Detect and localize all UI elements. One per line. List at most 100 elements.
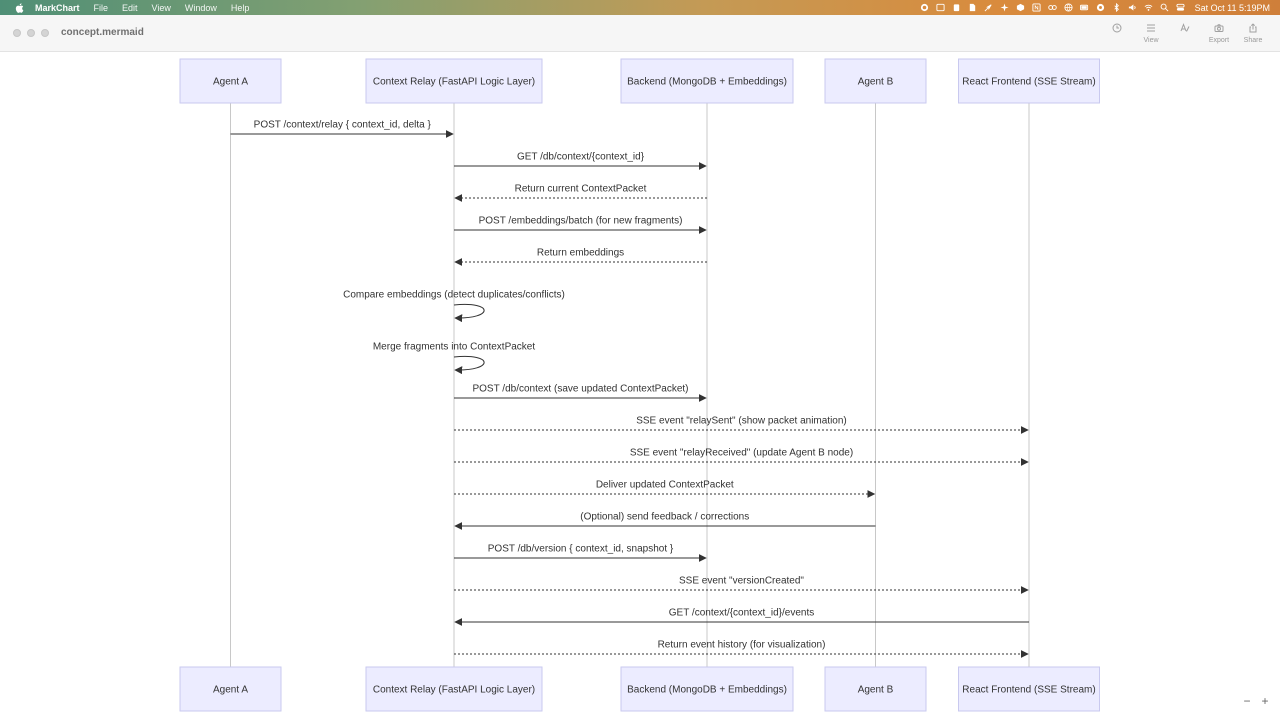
view-button[interactable]: View	[1136, 21, 1166, 46]
text-format-icon	[1180, 21, 1190, 35]
message-15[interactable]: GET /context/{context_id}/events	[454, 608, 1029, 626]
screen-icon[interactable]	[935, 3, 946, 12]
camera-icon	[1214, 21, 1224, 35]
zoom-window-button[interactable]	[41, 29, 49, 37]
message-label: SSE event "relaySent" (show packet anima…	[636, 416, 847, 427]
history-button[interactable]	[1102, 21, 1132, 46]
menu-help[interactable]: Help	[231, 3, 250, 13]
zoom-in-button[interactable]: +	[1258, 694, 1272, 708]
sparkle-icon[interactable]	[999, 3, 1010, 12]
apple-icon[interactable]	[13, 2, 25, 13]
message-11[interactable]: Deliver updated ContextPacket	[454, 480, 876, 498]
actor-top-a[interactable]: Agent A	[179, 58, 282, 104]
wifi-icon[interactable]	[1143, 3, 1154, 12]
message-1[interactable]: POST /context/relay { context_id, delta …	[230, 120, 454, 138]
actor-label: Backend (MongoDB + Embeddings)	[627, 685, 787, 696]
actor-label: React Frontend (SSE Stream)	[962, 685, 1095, 696]
actor-bottom-b[interactable]: Agent B	[824, 666, 927, 712]
zoom-out-button[interactable]: −	[1240, 694, 1254, 708]
status-area: Sat Oct 11 5:19PM	[919, 0, 1280, 15]
message-label: POST /context/relay { context_id, delta …	[254, 120, 432, 131]
document-icon[interactable]	[967, 3, 978, 12]
message-label: POST /db/version { context_id, snapshot …	[488, 544, 674, 555]
volume-icon[interactable]	[1127, 3, 1138, 12]
sequence-diagram: Agent A Context Relay (FastAPI Logic Laye…	[179, 58, 1100, 712]
feather-icon[interactable]	[983, 3, 994, 12]
message-5[interactable]: Return embeddings	[454, 248, 707, 266]
message-3[interactable]: Return current ContextPacket	[454, 184, 707, 202]
menu-edit[interactable]: Edit	[122, 3, 138, 13]
menu-clock[interactable]: Sat Oct 11 5:19PM	[1195, 3, 1270, 13]
message-label: POST /db/context (save updated ContextPa…	[472, 384, 688, 395]
clipboard-icon[interactable]	[951, 3, 962, 12]
actor-label: Backend (MongoDB + Embeddings)	[627, 77, 787, 88]
message-label: GET /context/{context_id}/events	[669, 608, 814, 619]
link-icon[interactable]	[1047, 3, 1058, 12]
message-label: Compare embeddings (detect duplicates/co…	[343, 290, 565, 301]
focus-icon[interactable]	[1095, 3, 1106, 12]
actor-top-b[interactable]: Agent B	[824, 58, 927, 104]
actor-label: React Frontend (SSE Stream)	[962, 77, 1095, 88]
actor-label: Context Relay (FastAPI Logic Layer)	[373, 685, 535, 696]
clock-icon	[1112, 21, 1122, 35]
message-label: Return embeddings	[537, 248, 624, 259]
menu-bar: MarkChart File Edit View Window Help Sat…	[0, 0, 1280, 15]
actor-bottom-f[interactable]: React Frontend (SSE Stream)	[958, 666, 1100, 712]
actor-label: Agent A	[213, 685, 248, 696]
actor-label: Agent B	[858, 77, 894, 88]
message-14[interactable]: SSE event "versionCreated"	[454, 576, 1029, 594]
bluetooth-icon[interactable]	[1111, 3, 1122, 12]
message-9[interactable]: SSE event "relaySent" (show packet anima…	[454, 416, 1029, 434]
message-label: POST /embeddings/batch (for new fragment…	[479, 216, 683, 227]
message-4[interactable]: POST /embeddings/batch (for new fragment…	[454, 216, 707, 234]
message-8[interactable]: POST /db/context (save updated ContextPa…	[454, 384, 707, 402]
cube-icon[interactable]	[1015, 3, 1026, 12]
message-10[interactable]: SSE event "relayReceived" (update Agent …	[454, 448, 1029, 466]
export-button[interactable]: Export	[1204, 21, 1234, 46]
share-button[interactable]: Share	[1238, 21, 1268, 46]
battery-icon[interactable]	[1079, 3, 1090, 12]
export-label: Export	[1208, 37, 1230, 44]
message-label: GET /db/context/{context_id}	[517, 152, 645, 163]
search-icon[interactable]	[1159, 3, 1170, 12]
menu-view[interactable]: View	[152, 3, 171, 13]
message-12[interactable]: (Optional) send feedback / corrections	[454, 512, 876, 530]
menu-app-name[interactable]: MarkChart	[35, 3, 80, 13]
text-format-button[interactable]	[1170, 21, 1200, 46]
control-center-icon[interactable]	[1175, 3, 1186, 12]
menu-window[interactable]: Window	[185, 3, 217, 13]
toolbar: View Export Share	[1098, 21, 1268, 46]
minimize-window-button[interactable]	[27, 29, 35, 37]
actor-top-f[interactable]: React Frontend (SSE Stream)	[958, 58, 1100, 104]
actor-bottom-d[interactable]: Backend (MongoDB + Embeddings)	[620, 666, 794, 712]
actor-bottom-r[interactable]: Context Relay (FastAPI Logic Layer)	[365, 666, 543, 712]
actor-bottom-a[interactable]: Agent A	[179, 666, 282, 712]
message-16[interactable]: Return event history (for visualization)	[454, 640, 1029, 658]
actor-top-r[interactable]: Context Relay (FastAPI Logic Layer)	[365, 58, 543, 104]
share-label: Share	[1243, 37, 1263, 44]
self-arrow	[453, 303, 485, 323]
document-title: concept.mermaid	[61, 27, 144, 38]
message-label: Deliver updated ContextPacket	[596, 480, 734, 491]
diagram-canvas[interactable]: Agent A Context Relay (FastAPI Logic Laye…	[0, 52, 1280, 720]
actor-label: Agent A	[213, 77, 248, 88]
message-label: Return event history (for visualization)	[658, 640, 826, 651]
window-titlebar: concept.mermaid View Export Share	[0, 15, 1280, 52]
record-icon[interactable]	[919, 3, 930, 12]
message-13[interactable]: POST /db/version { context_id, snapshot …	[454, 544, 707, 562]
close-window-button[interactable]	[13, 29, 21, 37]
view-label: View	[1143, 37, 1159, 44]
actor-label: Agent B	[858, 685, 894, 696]
message-label: (Optional) send feedback / corrections	[580, 512, 749, 523]
message-label: SSE event "versionCreated"	[679, 576, 804, 587]
share-icon	[1248, 21, 1258, 35]
message-label: SSE event "relayReceived" (update Agent …	[630, 448, 853, 459]
actor-top-d[interactable]: Backend (MongoDB + Embeddings)	[620, 58, 794, 104]
app-menu: MarkChart File Edit View Window Help	[35, 3, 263, 13]
actor-label: Context Relay (FastAPI Logic Layer)	[373, 77, 535, 88]
message-2[interactable]: GET /db/context/{context_id}	[454, 152, 707, 170]
zoom-controls: − +	[1236, 694, 1272, 708]
globe-icon[interactable]	[1063, 3, 1074, 12]
menu-file[interactable]: File	[94, 3, 109, 13]
notion-icon[interactable]	[1031, 3, 1042, 12]
